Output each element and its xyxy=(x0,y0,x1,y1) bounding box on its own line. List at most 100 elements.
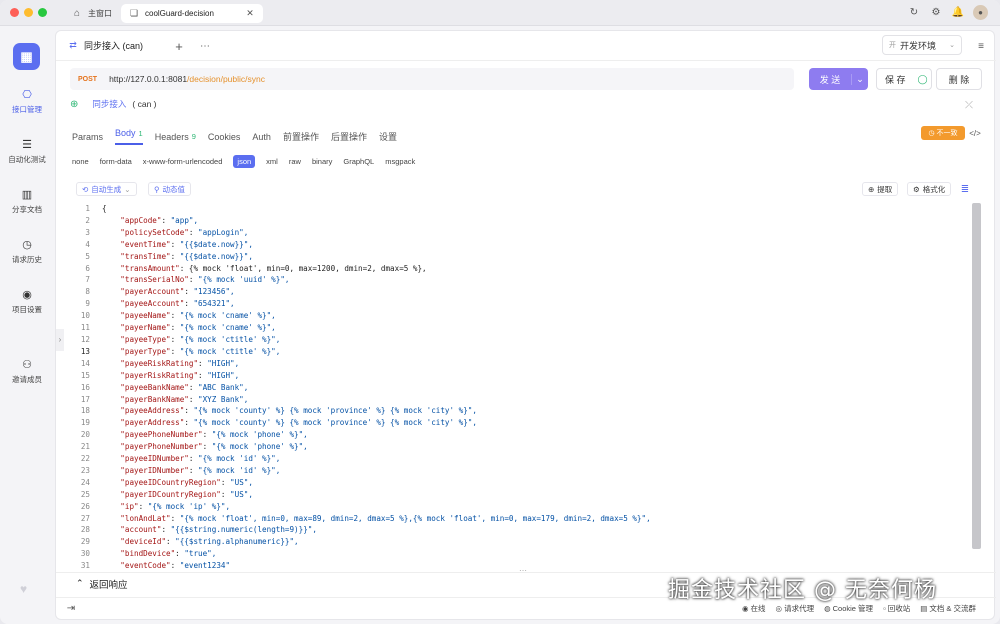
wrap-lines-icon[interactable]: ≣ xyxy=(958,182,972,196)
body-type-xml[interactable]: xml xyxy=(266,157,278,166)
chevron-down-icon[interactable]: ⌄ xyxy=(851,73,868,85)
dynamic-value-button[interactable]: ⚲ 动态值 xyxy=(148,182,191,196)
add-tab-icon[interactable]: + xyxy=(172,39,186,54)
tab-cookies[interactable]: Cookies xyxy=(208,128,241,145)
badge-label: 不一致 xyxy=(936,130,958,137)
code-line: "payeeType": "{% mock 'ctitle' %}", xyxy=(120,334,281,344)
url-input[interactable]: POST http://127.0.0.1:8081 /decision/pub… xyxy=(70,68,794,90)
app-window: ⌂ 主窗口 ❏ coolGuard-decision ✕ ↻ ⚙ 🔔 ● ▦ ⎔… xyxy=(0,0,1000,624)
json-key: "payerAccount" xyxy=(120,287,185,297)
line-number: 16 xyxy=(80,382,90,392)
close-tab-icon[interactable]: ✕ xyxy=(243,7,257,21)
editor-scrollbar[interactable] xyxy=(972,203,981,549)
environment-select[interactable]: 开 开发环境 ⌄ xyxy=(882,35,962,55)
status-trash[interactable]: ▫ 回收站 xyxy=(883,603,910,614)
body-type-binary[interactable]: binary xyxy=(312,157,332,166)
close-window-dot[interactable] xyxy=(10,8,19,17)
collapse-handle-icon[interactable]: › xyxy=(56,329,64,351)
chevron-down-icon: ⌄ xyxy=(949,42,955,49)
json-value: "{% mock 'ctitle' %}", xyxy=(179,346,281,356)
menu-icon[interactable]: ≡ xyxy=(974,39,988,53)
tab-settings[interactable]: 设置 xyxy=(379,128,397,145)
json-value: "event1234" xyxy=(179,561,231,569)
zoom-window-dot[interactable] xyxy=(38,8,47,17)
json-key: "payeeRiskRating" xyxy=(120,358,199,368)
body-type-graphql[interactable]: GraphQL xyxy=(343,157,374,166)
code-body[interactable]: { "appCode": "app", "policySetCode": "ap… xyxy=(102,203,651,569)
tab-headers[interactable]: Headers 9 xyxy=(155,128,196,145)
sidebar-item-settings[interactable]: ◉ 项目设置 xyxy=(0,288,54,315)
tab-body[interactable]: Body 1 xyxy=(115,128,143,145)
json-value: "{% mock 'float', min=0, max=89, dmin=2,… xyxy=(179,513,651,523)
json-key: "payeePhoneNumber" xyxy=(120,430,203,440)
main-panel: ⇄ 同步接入 (can) + ⋯ 开 开发环境 ⌄ ≡ POST http://… xyxy=(55,30,996,620)
body-type-json[interactable]: json xyxy=(233,155,256,168)
status-docs[interactable]: ▤ 文档 & 交流群 xyxy=(920,603,976,614)
request-name-suffix: ( can ) xyxy=(132,99,157,109)
auto-generate-button[interactable]: ⟲ 自动生成 ⌄ xyxy=(76,182,137,196)
json-key: "transTime" xyxy=(120,251,171,261)
tab-count: 1 xyxy=(138,128,143,138)
magic-wand-icon[interactable]: ⤫ xyxy=(962,98,976,112)
sidebar-item-automation[interactable]: ☰ 自动化测试 xyxy=(0,138,54,165)
delete-button[interactable]: 删 除 xyxy=(936,68,982,90)
minimize-window-dot[interactable] xyxy=(24,8,33,17)
code-line: "payeeBankName": "ABC Bank", xyxy=(120,382,249,392)
code-line: "payeeRiskRating": "HIGH", xyxy=(120,358,240,368)
sidebar-item-label: 邀请成员 xyxy=(12,375,42,384)
json-value: "{% mock 'cname' %}", xyxy=(179,323,276,333)
url-base: http://127.0.0.1:8081 xyxy=(109,74,188,84)
json-value: "654321", xyxy=(193,299,235,309)
tab-project[interactable]: ❏ coolGuard-decision ✕ xyxy=(121,4,263,23)
refresh-icon[interactable]: ↻ xyxy=(907,6,921,20)
collapse-sidebar-icon[interactable]: ⇥ xyxy=(64,602,78,616)
sidebar-item-invite[interactable]: ⚇ 邀请成员 xyxy=(0,358,54,385)
bell-icon[interactable]: 🔔 xyxy=(951,6,965,20)
json-editor[interactable]: 1 2 3 4 5 6 7 8 9 10 11 12 13 14 15 16 17 18 19 20 21 22 23 24 2… xyxy=(72,203,981,569)
sidebar-item-api[interactable]: ⎔ 接口管理 xyxy=(0,88,54,115)
app-logo: ▦ xyxy=(13,43,40,70)
status-proxy[interactable]: ◎ 请求代理 xyxy=(776,603,815,614)
body-type-form-data[interactable]: form-data xyxy=(100,157,132,166)
extract-button[interactable]: ⊕ 提取 xyxy=(862,182,899,196)
faded-logo-icon: ♥ xyxy=(20,582,28,596)
status-online[interactable]: ◉ 在线 xyxy=(742,603,766,614)
send-button[interactable]: 发 送 ⌄ xyxy=(809,68,868,90)
home-icon: ⌂ xyxy=(73,8,81,19)
inconsistent-badge[interactable]: ◷ 不一致 xyxy=(921,126,965,140)
body-type-none[interactable]: none xyxy=(72,157,89,166)
json-value: "123456", xyxy=(193,287,235,297)
tab-post-actions[interactable]: 后置操作 xyxy=(331,128,367,145)
body-type-msgpack[interactable]: msgpack xyxy=(385,157,415,166)
avatar[interactable]: ● xyxy=(973,5,988,20)
json-value: "{% mock 'phone' %}", xyxy=(211,430,308,440)
body-type-urlencoded[interactable]: x-www-form-urlencoded xyxy=(143,157,223,166)
status-label: 在线 xyxy=(750,604,766,613)
code-icon[interactable]: </> xyxy=(968,126,982,140)
code-line: "payeeName": "{% mock 'cname' %}", xyxy=(120,311,276,321)
gear-icon[interactable]: ⚙ xyxy=(929,6,943,20)
code-line: "payeePhoneNumber": "{% mock 'phone' %}"… xyxy=(120,430,308,440)
sidebar-item-label: 项目设置 xyxy=(12,305,42,314)
tab-params[interactable]: Params xyxy=(72,128,103,145)
tab-main-window[interactable]: ⌂ 主窗口 xyxy=(64,5,118,22)
tab-auth[interactable]: Auth xyxy=(252,128,271,145)
http-method[interactable]: POST xyxy=(78,76,97,83)
code-line: "payeeAccount": "654321", xyxy=(120,299,235,309)
status-label: 回收站 xyxy=(887,604,911,613)
sidebar-item-docs[interactable]: ▥ 分享文档 xyxy=(0,188,54,215)
more-icon[interactable]: ⋯ xyxy=(198,39,212,53)
status-cookie[interactable]: ◍ Cookie 管理 xyxy=(824,603,873,614)
code-line: "payeeIDNumber": "{% mock 'id' %}", xyxy=(120,454,281,464)
sidebar-item-history[interactable]: ◷ 请求历史 xyxy=(0,238,54,265)
json-key: "payerPhoneNumber" xyxy=(120,442,203,452)
sidebar-item-label: 自动化测试 xyxy=(8,155,46,164)
format-button[interactable]: ⚙ 格式化 xyxy=(907,182,952,196)
request-tab[interactable]: ⇄ 同步接入 (can) xyxy=(66,38,143,52)
body-type-raw[interactable]: raw xyxy=(289,157,301,166)
code-line: "appCode": "app", xyxy=(120,215,199,225)
save-button[interactable]: 保 存 ◯ xyxy=(876,68,932,90)
status-label: 请求代理 xyxy=(784,604,815,613)
request-name[interactable]: 同步接入 xyxy=(92,98,126,110)
tab-pre-actions[interactable]: 前置操作 xyxy=(283,128,319,145)
